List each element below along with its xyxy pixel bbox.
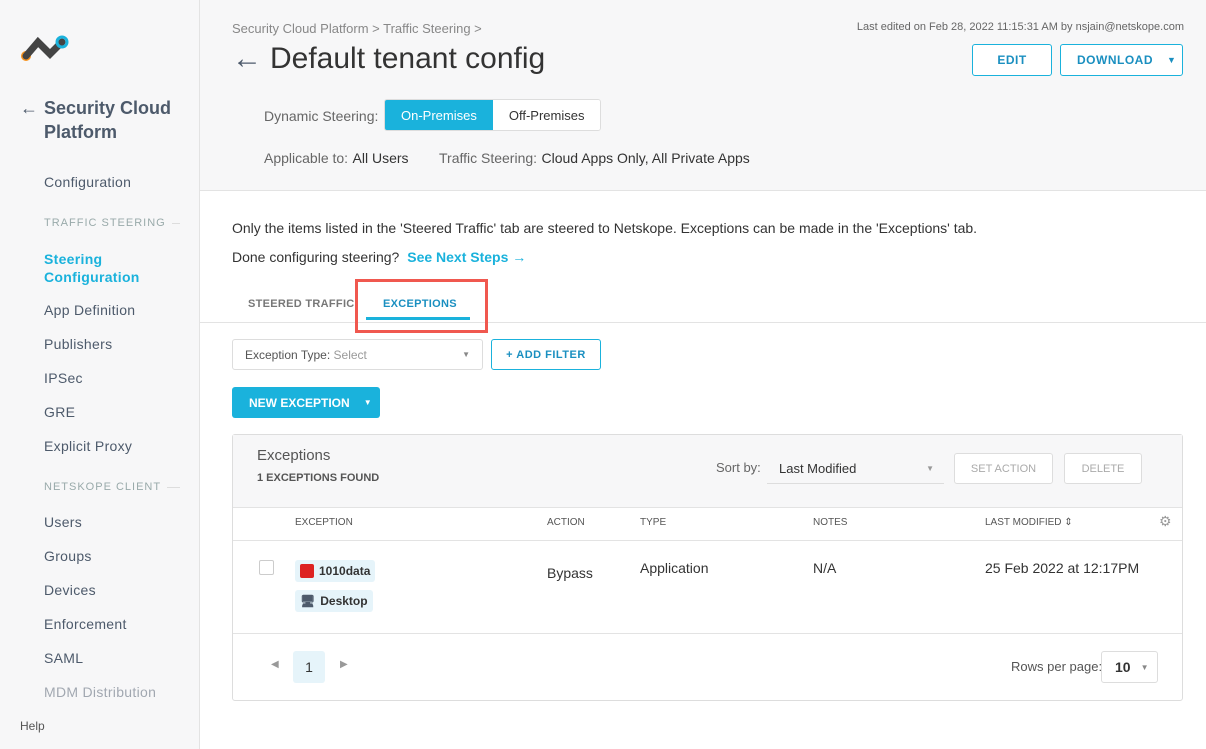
cell-last-modified: 25 Feb 2022 at 12:17PM	[985, 560, 1140, 576]
exceptions-card: Exceptions 1 EXCEPTIONS FOUND Sort by: L…	[232, 434, 1183, 701]
exception-type-select[interactable]: Exception Type: Select ▼	[232, 339, 483, 370]
add-filter-button[interactable]: + ADD FILTER	[491, 339, 601, 370]
tabs: STEERED TRAFFIC EXCEPTIONS	[200, 290, 1206, 323]
nav-devices[interactable]: Devices	[44, 582, 96, 598]
gear-icon[interactable]: ⚙	[1159, 513, 1172, 530]
dynamic-steering-label: Dynamic Steering:	[264, 108, 379, 124]
netskope-logo	[20, 34, 70, 69]
cell-notes: N/A	[813, 560, 837, 576]
back-arrow-icon[interactable]: ←	[232, 42, 262, 75]
nav-saml[interactable]: SAML	[44, 650, 83, 666]
section-netskope-client: NETSKOPE CLIENT	[44, 481, 180, 493]
set-action-button[interactable]: SET ACTION	[954, 453, 1053, 484]
cell-type: Application	[640, 560, 709, 576]
caret-down-icon: ▼	[363, 398, 372, 407]
cell-action: Bypass	[547, 565, 593, 581]
page-header: Security Cloud Platform > Traffic Steeri…	[200, 0, 1206, 191]
app-chip: 1010data	[295, 560, 376, 582]
download-button[interactable]: DOWNLOAD ▼	[1060, 44, 1183, 76]
app-logo-icon	[300, 564, 314, 578]
dynamic-steering-toggle: On-Premises Off-Premises	[384, 99, 602, 131]
see-next-steps-link[interactable]: See Next Steps →	[407, 249, 526, 265]
col-exception[interactable]: EXCEPTION	[295, 517, 353, 528]
col-type[interactable]: TYPE	[640, 517, 666, 528]
desktop-icon: 🖥	[300, 594, 316, 608]
nav-groups[interactable]: Groups	[44, 548, 92, 564]
platform-back[interactable]: ← Security Cloud Platform	[20, 96, 199, 144]
page-1[interactable]: 1	[293, 651, 325, 683]
caret-down-icon: ▼	[1140, 662, 1149, 672]
traffic-steering-info: Traffic Steering: Cloud Apps Only, All P…	[439, 150, 750, 166]
divider	[233, 540, 1182, 541]
last-edited: Last edited on Feb 28, 2022 11:15:31 AM …	[856, 21, 1184, 33]
tab-steered-traffic[interactable]: STEERED TRAFFIC	[248, 298, 355, 310]
applicable-to: Applicable to: All Users	[264, 150, 409, 166]
caret-down-icon: ▼	[1167, 55, 1177, 65]
edit-button[interactable]: EDIT	[972, 44, 1052, 76]
next-page-icon[interactable]: ▶	[340, 659, 348, 670]
prev-page-icon[interactable]: ◀	[271, 659, 279, 670]
sort-icon: ⇕	[1064, 517, 1073, 528]
sidebar: ← Security Cloud Platform Configuration T…	[0, 0, 200, 749]
highlight-box	[355, 279, 488, 333]
nav-app-definition[interactable]: App Definition	[44, 302, 135, 318]
caret-down-icon: ▼	[926, 463, 934, 473]
nav-gre[interactable]: GRE	[44, 404, 75, 420]
nav-enforcement[interactable]: Enforcement	[44, 616, 127, 632]
col-action[interactable]: ACTION	[547, 517, 585, 528]
info-text: Only the items listed in the 'Steered Tr…	[232, 220, 978, 236]
section-traffic-steering: TRAFFIC STEERING	[44, 217, 180, 229]
nav-mdm-distribution[interactable]: MDM Distribution	[44, 684, 156, 700]
help-link[interactable]: Help	[20, 719, 45, 733]
rows-per-page-label: Rows per page:	[1011, 659, 1103, 674]
caret-down-icon: ▼	[462, 350, 470, 359]
divider	[233, 633, 1182, 634]
sort-select[interactable]: Last Modified ▼	[767, 453, 944, 484]
next-steps-row: Done configuring steering? See Next Step…	[232, 249, 527, 265]
nav-steering-configuration[interactable]: Steering Configuration	[44, 250, 154, 286]
card-title: Exceptions	[257, 447, 331, 464]
new-exception-button[interactable]: NEW EXCEPTION ▼	[232, 387, 380, 418]
nav-explicit-proxy[interactable]: Explicit Proxy	[44, 438, 132, 454]
sort-label: Sort by:	[716, 460, 761, 475]
row-checkbox[interactable]	[259, 560, 274, 575]
breadcrumb[interactable]: Security Cloud Platform > Traffic Steeri…	[232, 21, 482, 36]
page-title: ← Default tenant config	[232, 42, 546, 75]
nav-publishers[interactable]: Publishers	[44, 336, 112, 352]
nav-ipsec[interactable]: IPSec	[44, 370, 83, 386]
nav-users[interactable]: Users	[44, 514, 82, 530]
platform-chip: 🖥 Desktop	[295, 590, 373, 612]
on-premises-option[interactable]: On-Premises	[385, 100, 493, 130]
nav-configuration[interactable]: Configuration	[44, 174, 131, 190]
delete-button[interactable]: DELETE	[1064, 453, 1142, 484]
exceptions-count: 1 EXCEPTIONS FOUND	[257, 472, 380, 484]
off-premises-option[interactable]: Off-Premises	[492, 100, 601, 130]
card-header: Exceptions 1 EXCEPTIONS FOUND Sort by: L…	[233, 435, 1182, 508]
col-last-modified[interactable]: LAST MODIFIED ⇕	[985, 517, 1073, 528]
col-notes[interactable]: NOTES	[813, 517, 847, 528]
back-arrow-icon: ←	[20, 98, 38, 118]
rows-per-page-select[interactable]: 10 ▼	[1101, 651, 1158, 683]
